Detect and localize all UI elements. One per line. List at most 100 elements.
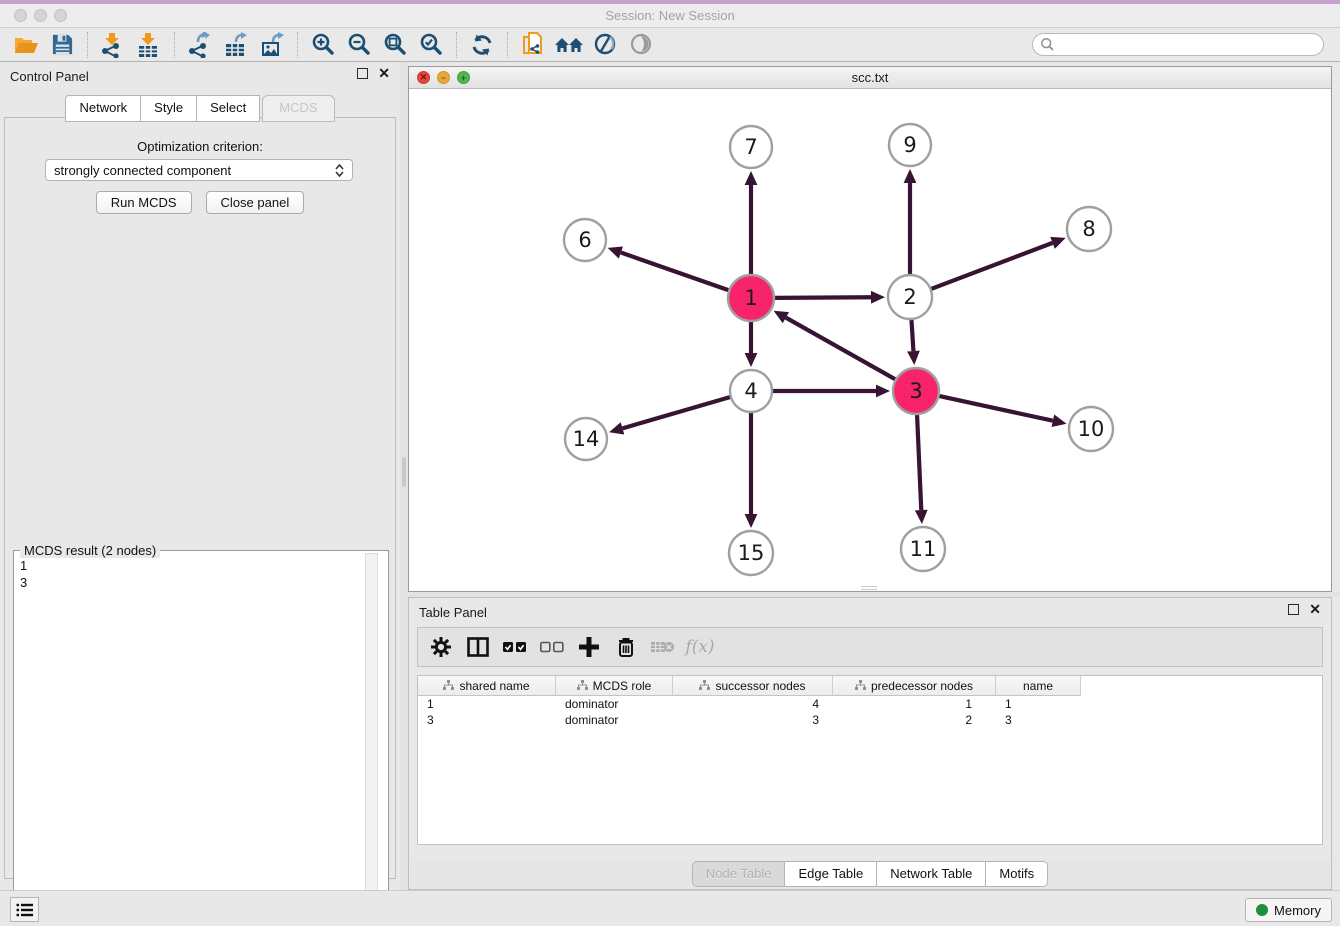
graph-edge-2-8[interactable] [932, 237, 1066, 289]
optimization-criterion-select[interactable]: strongly connected component [45, 159, 353, 181]
add-column-icon[interactable] [574, 633, 604, 661]
column-header-MCDS-role[interactable]: MCDS role [556, 676, 673, 696]
graph-node-6[interactable]: 6 [564, 219, 606, 261]
float-table-panel-icon[interactable] [1288, 604, 1299, 615]
graph-node-1[interactable]: 1 [728, 275, 774, 321]
export-image-icon[interactable] [254, 30, 290, 60]
tab-network-table[interactable]: Network Table [876, 861, 985, 887]
edge-arrowhead [745, 353, 758, 367]
open-session-icon[interactable] [8, 30, 44, 60]
edge-arrowhead [745, 514, 758, 528]
close-table-panel-icon[interactable]: ✕ [1309, 604, 1321, 615]
graph-edge-3-11[interactable] [915, 415, 928, 524]
graph-edge-1-6[interactable] [608, 246, 729, 290]
zoom-selected-icon[interactable] [413, 30, 449, 60]
zoom-out-icon[interactable] [341, 30, 377, 60]
result-scrollbar[interactable] [365, 553, 378, 925]
cell-shared-name: 1 [418, 696, 556, 712]
column-header-predecessor-nodes[interactable]: predecessor nodes [833, 676, 996, 696]
graph-node-10[interactable]: 10 [1069, 407, 1113, 451]
tab-mcds[interactable]: MCDS [262, 95, 334, 122]
canvas-resize-grip[interactable] [861, 586, 877, 590]
graph-node-15[interactable]: 15 [729, 531, 773, 575]
zoom-fit-icon[interactable] [377, 30, 413, 60]
graph-edge-1-2[interactable] [775, 291, 885, 304]
app-titlebar: Session: New Session [0, 4, 1340, 28]
column-header-successor-nodes[interactable]: successor nodes [673, 676, 833, 696]
tab-select[interactable]: Select [196, 95, 260, 122]
toolbar-separator [456, 32, 457, 58]
tab-edge-table[interactable]: Edge Table [784, 861, 876, 887]
column-header-name[interactable]: name [996, 676, 1081, 696]
edge-arrowhead [745, 171, 758, 185]
import-table-icon[interactable] [131, 30, 167, 60]
graph-edge-1-4[interactable] [745, 322, 758, 367]
ndex-home-icon[interactable] [551, 30, 587, 60]
deselect-all-icon[interactable] [537, 633, 567, 661]
export-network-icon[interactable] [182, 30, 218, 60]
graph-node-3[interactable]: 3 [893, 368, 939, 414]
graph-node-2[interactable]: 2 [888, 275, 932, 319]
tab-network[interactable]: Network [65, 95, 140, 122]
toolbar-search[interactable] [1032, 33, 1324, 56]
cell-successor-nodes: 3 [673, 712, 833, 728]
table-row[interactable]: 1dominator411 [418, 696, 1322, 712]
close-panel-button[interactable]: Close panel [206, 191, 305, 214]
function-builder-icon[interactable]: f(x) [685, 633, 715, 661]
column-header-shared-name[interactable]: shared name [418, 676, 556, 696]
graph-node-14[interactable]: 14 [565, 418, 607, 460]
task-history-button[interactable] [10, 897, 39, 922]
graph-edge-2-3[interactable] [907, 320, 920, 365]
graph-edge-4-15[interactable] [745, 413, 758, 528]
table-row[interactable]: 3dominator323 [418, 712, 1322, 728]
graph-node-label: 3 [909, 379, 922, 403]
show-columns-icon[interactable] [463, 633, 493, 661]
splitter-grip[interactable] [402, 457, 406, 487]
chevron-updown-icon [335, 164, 344, 177]
close-panel-icon[interactable]: ✕ [378, 68, 390, 79]
memory-button[interactable]: Memory [1245, 898, 1332, 922]
panel-splitter[interactable] [400, 62, 408, 890]
style-preview-icon[interactable] [587, 30, 623, 60]
graph-node-8[interactable]: 8 [1067, 207, 1111, 251]
search-input[interactable] [1059, 38, 1309, 52]
cell-name: 1 [996, 696, 1081, 712]
graph-edge-1-7[interactable] [745, 171, 758, 274]
table-settings-icon[interactable] [426, 633, 456, 661]
graph-node-7[interactable]: 7 [730, 126, 772, 168]
tab-style[interactable]: Style [140, 95, 196, 122]
select-all-icon[interactable] [500, 633, 530, 661]
import-network-icon[interactable] [95, 30, 131, 60]
graph-edge-3-1[interactable] [774, 311, 895, 379]
network-canvas[interactable]: 7 9 6 8 1 2 4 3 14 10 15 11 [409, 89, 1331, 591]
float-panel-icon[interactable] [357, 68, 368, 79]
edge-arrowhead [1050, 237, 1065, 249]
run-mcds-button[interactable]: Run MCDS [96, 191, 192, 214]
graph-node-9[interactable]: 9 [889, 124, 931, 166]
tab-node-table[interactable]: Node Table [692, 861, 785, 887]
memory-label: Memory [1274, 903, 1321, 918]
export-table-icon[interactable] [218, 30, 254, 60]
show-graphics-icon[interactable] [623, 30, 659, 60]
refresh-layout-icon[interactable] [464, 30, 500, 60]
graph-edge-2-9[interactable] [904, 169, 917, 274]
delete-table-icon[interactable] [648, 633, 678, 661]
mcds-tab-content: Optimization criterion: strongly connect… [4, 117, 396, 879]
edge-arrowhead [1052, 414, 1067, 427]
delete-column-icon[interactable] [611, 633, 641, 661]
zoom-in-icon[interactable] [305, 30, 341, 60]
graph-node-4[interactable]: 4 [730, 370, 772, 412]
graph-node-11[interactable]: 11 [901, 527, 945, 571]
graph-edge-4-14[interactable] [609, 397, 730, 434]
selected-criterion: strongly connected component [54, 163, 231, 178]
tab-motifs[interactable]: Motifs [985, 861, 1048, 887]
control-panel-header: Control Panel ✕ [0, 62, 400, 90]
save-session-icon[interactable] [44, 30, 80, 60]
graph-edge-3-10[interactable] [939, 396, 1066, 427]
table-panel-title: Table Panel [419, 605, 487, 620]
network-window-titlebar[interactable]: ✕ − + scc.txt [409, 67, 1331, 89]
clone-network-icon[interactable] [515, 30, 551, 60]
edge-arrowhead [915, 510, 928, 524]
graph-edge-4-3[interactable] [773, 385, 890, 398]
node-table[interactable]: shared nameMCDS rolesuccessor nodesprede… [417, 675, 1323, 845]
